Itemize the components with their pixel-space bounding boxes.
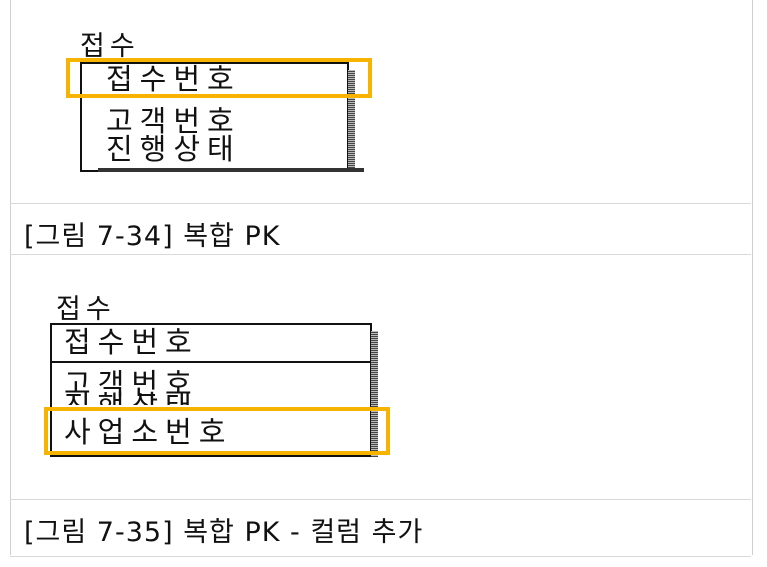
diagram-cell-2: 접수 접수번호 고객번호 진행상태 사업소번호: [10, 254, 751, 500]
highlight-box: [44, 407, 390, 455]
figure-caption: [그림 7-35] 복합 PK - 컬럼 추가: [24, 517, 424, 548]
entity-title: 접수: [56, 294, 116, 325]
attribute-pk: 접수번호: [64, 325, 199, 359]
highlight-box: [66, 58, 372, 98]
entity-bottom-bar: [98, 168, 364, 172]
attribute: 진행상태: [106, 132, 241, 166]
diagram-cell-1: 접수 접수번호 고객번호 진행상태: [10, 0, 751, 203]
pk-separator: [52, 361, 370, 363]
caption-cell-2: [그림 7-35] 복합 PK - 컬럼 추가: [10, 499, 751, 557]
figure-caption: [그림 7-34] 복합 PK: [24, 221, 281, 252]
caption-cell-1: [그림 7-34] 복합 PK: [10, 203, 751, 255]
